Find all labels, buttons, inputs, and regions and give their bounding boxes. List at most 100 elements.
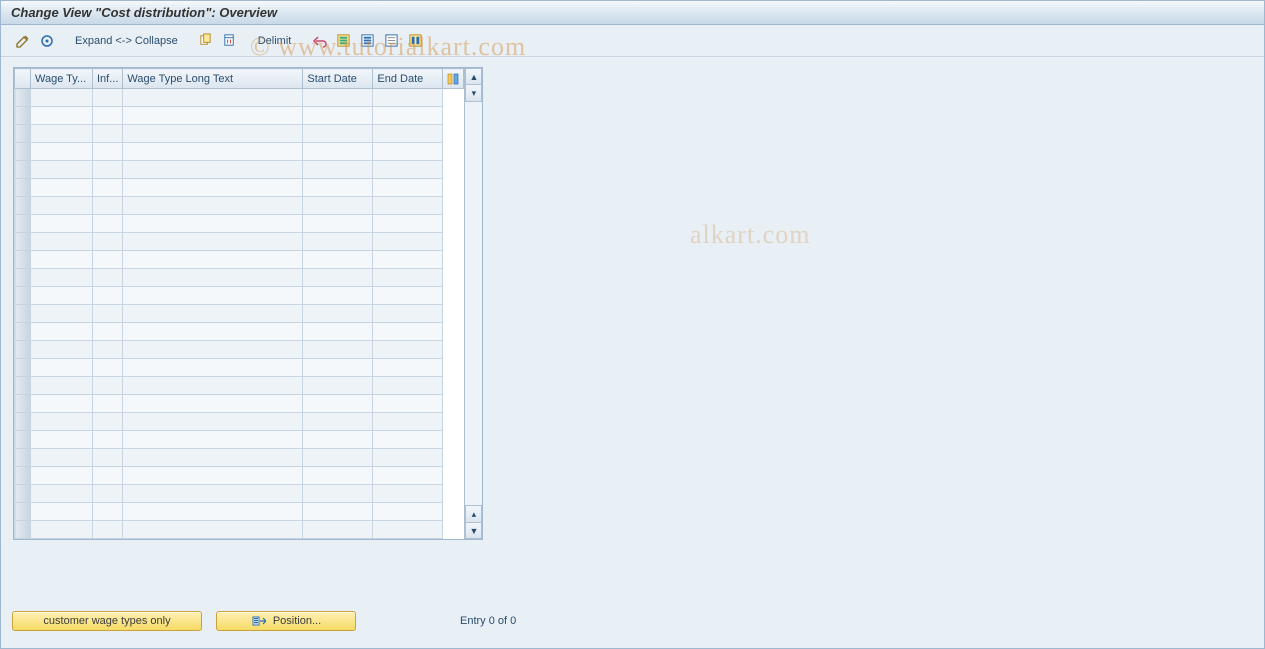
row-selector[interactable] (15, 467, 31, 485)
table-cell[interactable] (93, 521, 123, 539)
row-selector[interactable] (15, 377, 31, 395)
table-cell[interactable] (123, 89, 303, 107)
table-cell[interactable] (373, 359, 443, 377)
table-cell[interactable] (303, 197, 373, 215)
table-cell[interactable] (373, 377, 443, 395)
table-cell[interactable] (93, 485, 123, 503)
select-block-icon[interactable] (357, 31, 377, 51)
table-cell[interactable] (123, 377, 303, 395)
table-cell[interactable] (303, 467, 373, 485)
table-cell[interactable] (303, 521, 373, 539)
table-cell[interactable] (93, 233, 123, 251)
scroll-track[interactable] (465, 102, 482, 505)
table-cell[interactable] (123, 323, 303, 341)
table-cell[interactable] (123, 413, 303, 431)
expand-collapse-button[interactable]: Expand <-> Collapse (69, 35, 184, 47)
row-selector[interactable] (15, 431, 31, 449)
table-cell[interactable] (373, 503, 443, 521)
row-selector[interactable] (15, 251, 31, 269)
table-cell[interactable] (123, 431, 303, 449)
table-cell[interactable] (93, 305, 123, 323)
other-view-icon[interactable] (37, 31, 57, 51)
table-cell[interactable] (373, 467, 443, 485)
table-cell[interactable] (123, 161, 303, 179)
table-config-icon[interactable] (443, 69, 464, 89)
copy-as-icon[interactable] (196, 31, 216, 51)
table-cell[interactable] (373, 485, 443, 503)
table-cell[interactable] (303, 395, 373, 413)
column-header-end-date[interactable]: End Date (373, 69, 443, 89)
table-cell[interactable] (31, 431, 93, 449)
table-cell[interactable] (93, 413, 123, 431)
table-cell[interactable] (303, 233, 373, 251)
configuration-icon[interactable] (405, 31, 425, 51)
table-cell[interactable] (123, 125, 303, 143)
table-cell[interactable] (93, 431, 123, 449)
table-cell[interactable] (31, 269, 93, 287)
table-cell[interactable] (303, 359, 373, 377)
table-cell[interactable] (123, 305, 303, 323)
table-cell[interactable] (93, 143, 123, 161)
table-cell[interactable] (31, 215, 93, 233)
customer-wage-types-button[interactable]: customer wage types only (12, 611, 202, 631)
table-cell[interactable] (373, 287, 443, 305)
table-cell[interactable] (93, 503, 123, 521)
row-selector[interactable] (15, 143, 31, 161)
table-cell[interactable] (303, 125, 373, 143)
deselect-all-icon[interactable] (381, 31, 401, 51)
table-cell[interactable] (31, 395, 93, 413)
table-cell[interactable] (31, 521, 93, 539)
table-cell[interactable] (373, 197, 443, 215)
table-cell[interactable] (31, 143, 93, 161)
table-cell[interactable] (31, 449, 93, 467)
table-cell[interactable] (93, 323, 123, 341)
table-cell[interactable] (303, 305, 373, 323)
position-button[interactable]: Position... (216, 611, 356, 631)
table-cell[interactable] (93, 269, 123, 287)
table-cell[interactable] (31, 197, 93, 215)
table-cell[interactable] (31, 305, 93, 323)
table-cell[interactable] (303, 179, 373, 197)
table-cell[interactable] (123, 485, 303, 503)
table-cell[interactable] (93, 215, 123, 233)
row-selector[interactable] (15, 341, 31, 359)
table-cell[interactable] (303, 503, 373, 521)
table-cell[interactable] (31, 341, 93, 359)
column-header-start-date[interactable]: Start Date (303, 69, 373, 89)
table-cell[interactable] (373, 449, 443, 467)
row-selector[interactable] (15, 395, 31, 413)
row-selector[interactable] (15, 89, 31, 107)
table-cell[interactable] (373, 395, 443, 413)
table-cell[interactable] (303, 251, 373, 269)
scroll-step-up-icon[interactable]: ▾ (465, 85, 482, 102)
table-cell[interactable] (303, 161, 373, 179)
table-cell[interactable] (303, 269, 373, 287)
table-cell[interactable] (123, 143, 303, 161)
table-cell[interactable] (93, 377, 123, 395)
row-selector[interactable] (15, 287, 31, 305)
table-cell[interactable] (31, 161, 93, 179)
undo-icon[interactable] (309, 31, 329, 51)
table-cell[interactable] (123, 251, 303, 269)
table-cell[interactable] (373, 107, 443, 125)
table-cell[interactable] (373, 161, 443, 179)
table-cell[interactable] (303, 485, 373, 503)
table-cell[interactable] (31, 359, 93, 377)
row-selector[interactable] (15, 521, 31, 539)
row-selector[interactable] (15, 323, 31, 341)
table-cell[interactable] (93, 125, 123, 143)
table-cell[interactable] (303, 143, 373, 161)
table-cell[interactable] (123, 287, 303, 305)
row-selector[interactable] (15, 107, 31, 125)
row-selector[interactable] (15, 413, 31, 431)
row-selector[interactable] (15, 215, 31, 233)
row-selector[interactable] (15, 179, 31, 197)
table-cell[interactable] (373, 233, 443, 251)
table-cell[interactable] (93, 359, 123, 377)
table-cell[interactable] (303, 377, 373, 395)
table-cell[interactable] (31, 107, 93, 125)
table-cell[interactable] (123, 341, 303, 359)
row-selector[interactable] (15, 269, 31, 287)
vertical-scrollbar[interactable]: ▲ ▾ ▴ ▼ (464, 68, 482, 539)
table-cell[interactable] (123, 179, 303, 197)
